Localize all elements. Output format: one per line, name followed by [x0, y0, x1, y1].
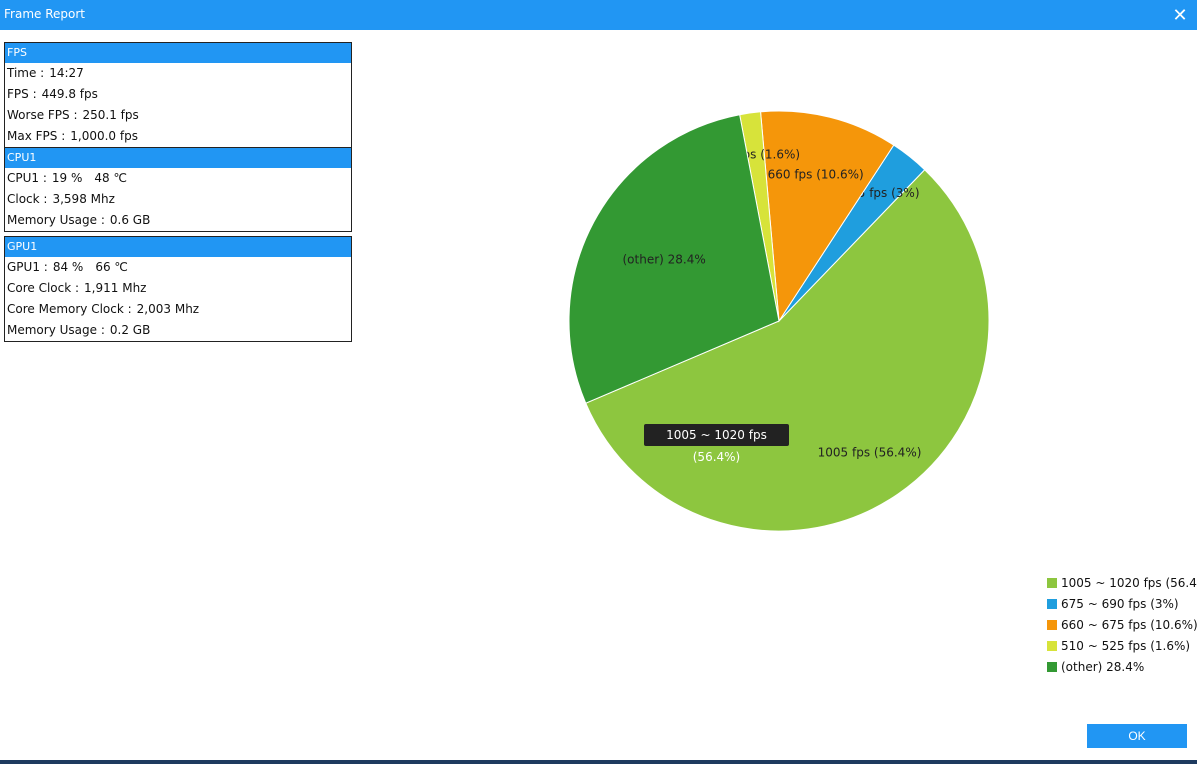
- legend-item[interactable]: (other) 28.4%: [1047, 656, 1197, 677]
- legend-label: 1005 ~ 1020 fps (56.4%): [1061, 575, 1197, 590]
- legend-item[interactable]: 675 ~ 690 fps (3%): [1047, 593, 1197, 614]
- legend-item[interactable]: 510 ~ 525 fps (1.6%): [1047, 635, 1197, 656]
- legend-label: 510 ~ 525 fps (1.6%): [1061, 638, 1191, 653]
- pie-slice-label: (other) 28.4%: [622, 253, 705, 267]
- legend-item[interactable]: 660 ~ 675 fps (10.6%): [1047, 614, 1197, 635]
- legend-label: 675 ~ 690 fps (3%): [1061, 596, 1179, 611]
- pie-slice-label: 660 fps (10.6%): [768, 167, 864, 181]
- legend-label: 660 ~ 675 fps (10.6%): [1061, 617, 1197, 632]
- pie-slice-label: 1005 fps (56.4%): [818, 445, 922, 459]
- legend-swatch: [1047, 598, 1057, 609]
- fps-distribution-pie-chart: 1005 fps (56.4%)675 fps (3%)660 fps (10.…: [568, 110, 990, 532]
- legend-swatch: [1047, 640, 1057, 651]
- background-taskbar-strip: [0, 760, 1197, 764]
- legend-item[interactable]: 1005 ~ 1020 fps (56.4%): [1047, 572, 1197, 593]
- legend-swatch: [1047, 661, 1057, 672]
- legend-label: (other) 28.4%: [1061, 659, 1145, 674]
- legend-swatch: [1047, 577, 1057, 588]
- legend-swatch: [1047, 619, 1057, 630]
- chart-tooltip: 1005 ~ 1020 fps (56.4%): [644, 424, 789, 464]
- ok-button[interactable]: OK: [1087, 724, 1187, 748]
- chart-legend: 1005 ~ 1020 fps (56.4%) 675 ~ 690 fps (3…: [1047, 572, 1197, 677]
